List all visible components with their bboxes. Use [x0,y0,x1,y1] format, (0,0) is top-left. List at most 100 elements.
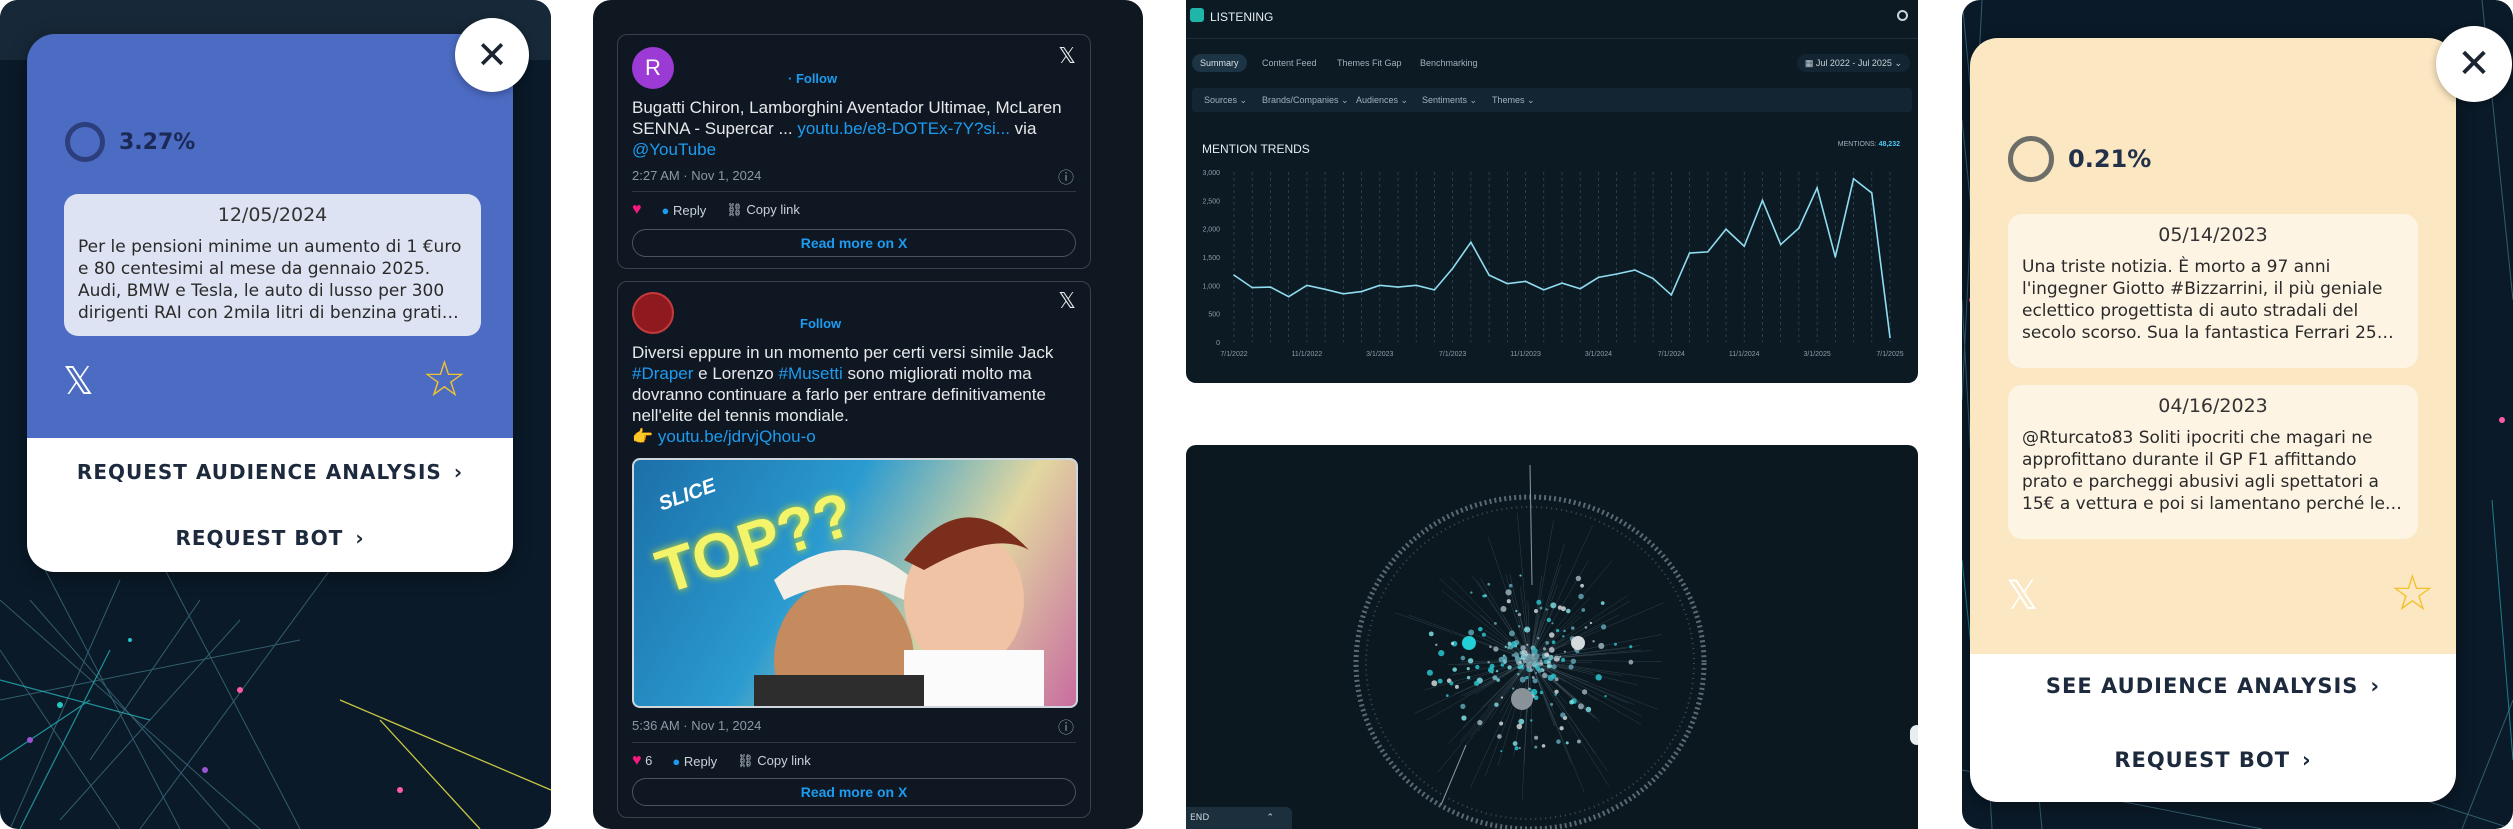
data-point [1870,192,1873,194]
reply-button[interactable]: ● Reply [672,754,717,769]
follow-link[interactable]: Follow [800,316,841,331]
x-logo-icon[interactable]: 𝕏 [2006,576,2038,616]
read-more-button[interactable]: Read more on X [632,229,1076,257]
tweet-card: Follow 𝕏 Diversi eppure in un momento pe… [617,281,1091,818]
date-range-picker[interactable]: ▦ Jul 2022 - Jul 2025 ⌄ [1796,54,1910,72]
tweet-link[interactable]: youtu.be/e8-DOTEx-7Y?si... [797,119,1010,138]
tweet-feed-panel: R · Follow 𝕏 Bugatti Chiron, Lamborghini… [593,0,1143,829]
post-preview[interactable]: 05/14/2023 Una triste notizia. È morto a… [2008,214,2418,368]
post-preview[interactable]: 12/05/2024 Per le pensioni minime un aum… [64,194,481,336]
post-date: 04/16/2023 [2158,395,2268,417]
star-icon[interactable]: ☆ [2390,568,2435,618]
copy-link-button[interactable]: ⛓ Copy link [737,753,811,769]
graph-node [1575,575,1582,582]
graph-node [1580,583,1584,588]
graph-node [1426,669,1433,676]
graph-node [1466,667,1470,671]
mentions-counter: MENTIONS: 48,232 [1838,141,1900,148]
mentions-label: MENTIONS: [1837,141,1877,148]
star-icon[interactable]: ☆ [422,354,467,404]
graph-node [1556,739,1561,744]
data-point [1360,290,1363,293]
filter-brands[interactable]: Brands/Companies ⌄ [1254,91,1357,109]
reply-label: Reply [672,202,707,218]
request-bot-button[interactable]: REQUEST BOT › [1970,748,2456,772]
request-audience-analysis-button[interactable]: REQUEST AUDIENCE ANALYSIS › [27,460,513,484]
filter-sources[interactable]: Sources ⌄ [1196,91,1255,109]
reply-label: Reply [683,753,718,769]
data-point [1524,280,1527,283]
post-text: Una triste notizia. È morto a 97 anni l'… [2022,257,2388,343]
data-point [1342,293,1345,295]
tab-themes-fit-gap[interactable]: Themes Fit Gap [1329,54,1410,72]
data-point [1889,336,1891,339]
y-tick-label: 0 [1216,340,1220,347]
graph-node [1478,626,1483,632]
graph-node [1519,574,1522,577]
y-tick-label: 2,500 [1202,198,1220,205]
tab-summary[interactable]: Summary [1192,54,1247,72]
legend-toggle[interactable]: END ⌃ [1186,807,1292,829]
read-more-button[interactable]: Read more on X [632,778,1076,806]
graph-node [1560,606,1566,612]
see-audience-analysis-button[interactable]: SEE AUDIENCE ANALYSIS › [1970,674,2456,698]
link-icon: ⛓ [737,753,754,768]
filter-audiences[interactable]: Audiences ⌄ [1348,91,1416,109]
data-point [1287,295,1290,298]
info-icon[interactable]: ⓘ [1058,714,1074,738]
tweet-text-part: via [1009,119,1037,138]
graph-node [1468,629,1475,636]
x-tick-label: 3/1/2024 [1585,351,1612,358]
post-text: Per le pensioni minime un aumento di 1 €… [78,237,462,323]
hashtag-link[interactable]: #Draper [632,364,693,383]
data-point [1579,287,1582,290]
mention-link[interactable]: @YouTube [632,140,716,159]
graph-node [1548,632,1555,638]
collapse-handle[interactable] [1910,725,1918,745]
tweet-text: Bugatti Chiron, Lamborghini Aventador Ul… [632,97,1076,160]
tweet-image[interactable]: SLICE TOP?? [632,458,1078,708]
filter-sentiments[interactable]: Sentiments ⌄ [1414,91,1485,109]
tweet-link[interactable]: youtu.be/jdrvjQhou-o [658,427,816,446]
x-logo-icon[interactable]: 𝕏 [1058,43,1076,69]
graph-node [1604,694,1607,698]
tab-content-feed[interactable]: Content Feed [1254,54,1325,72]
y-tick-label: 1,000 [1202,283,1220,290]
filter-themes[interactable]: Themes ⌄ [1484,91,1543,109]
tweet-actions: ♥ 6 ● Reply ⛓ Copy link [632,752,811,770]
data-point [1634,269,1636,271]
audience-card-panel-2: 0.21% 05/14/2023 Una triste notizia. È m… [1962,0,2513,829]
x-logo-icon[interactable]: 𝕏 [1058,288,1076,314]
tweet-timestamp[interactable]: 5:36 AM · Nov 1, 2024 [632,718,761,733]
graph-edge [1471,574,1531,661]
tweet-timestamp[interactable]: 2:27 AM · Nov 1, 2024 [632,168,761,183]
x-logo-icon[interactable]: 𝕏 [63,362,94,400]
info-icon[interactable]: ⓘ [1058,164,1074,188]
tab-benchmarking[interactable]: Benchmarking [1412,54,1486,72]
avatar[interactable]: R [632,47,674,89]
reply-button[interactable]: ● Reply [662,203,707,218]
app-title: LISTENING [1210,10,1274,24]
like-icon[interactable]: ♥ [632,201,642,219]
avatar[interactable] [632,292,674,334]
mention-trends-chart: 3,000 2,500 2,000 1,500 1,000 500 07/1/2022 11/… [1202,170,1903,358]
request-bot-button[interactable]: REQUEST BOT › [27,526,513,550]
like-button[interactable]: ♥ 6 [632,752,652,770]
settings-icon[interactable] [1897,10,1908,21]
close-button[interactable]: ✕ [2436,26,2512,102]
graph-node [1559,726,1564,731]
graph-edge [1529,602,1664,661]
x-tick-label: 11/1/2023 [1510,351,1541,358]
follow-link[interactable]: · Follow [788,71,837,86]
post-text: @Rturcato83 Soliti ipocriti che magari n… [2022,428,2385,514]
post-preview[interactable]: 04/16/2023 @Rturcato83 Soliti ipocriti c… [2008,385,2418,539]
data-point [1725,228,1727,231]
copy-link-button[interactable]: ⛓ Copy link [726,202,800,218]
hashtag-link[interactable]: #Musetti [778,364,842,383]
graph-node [1570,626,1575,630]
x-tick-label: 3/1/2025 [1803,351,1830,358]
close-icon: ✕ [476,33,508,77]
graph-node [1516,723,1523,730]
close-button[interactable]: ✕ [455,18,529,92]
filter-bar: Sources ⌄ Brands/Companies ⌄ Audiences ⌄… [1192,88,1912,112]
